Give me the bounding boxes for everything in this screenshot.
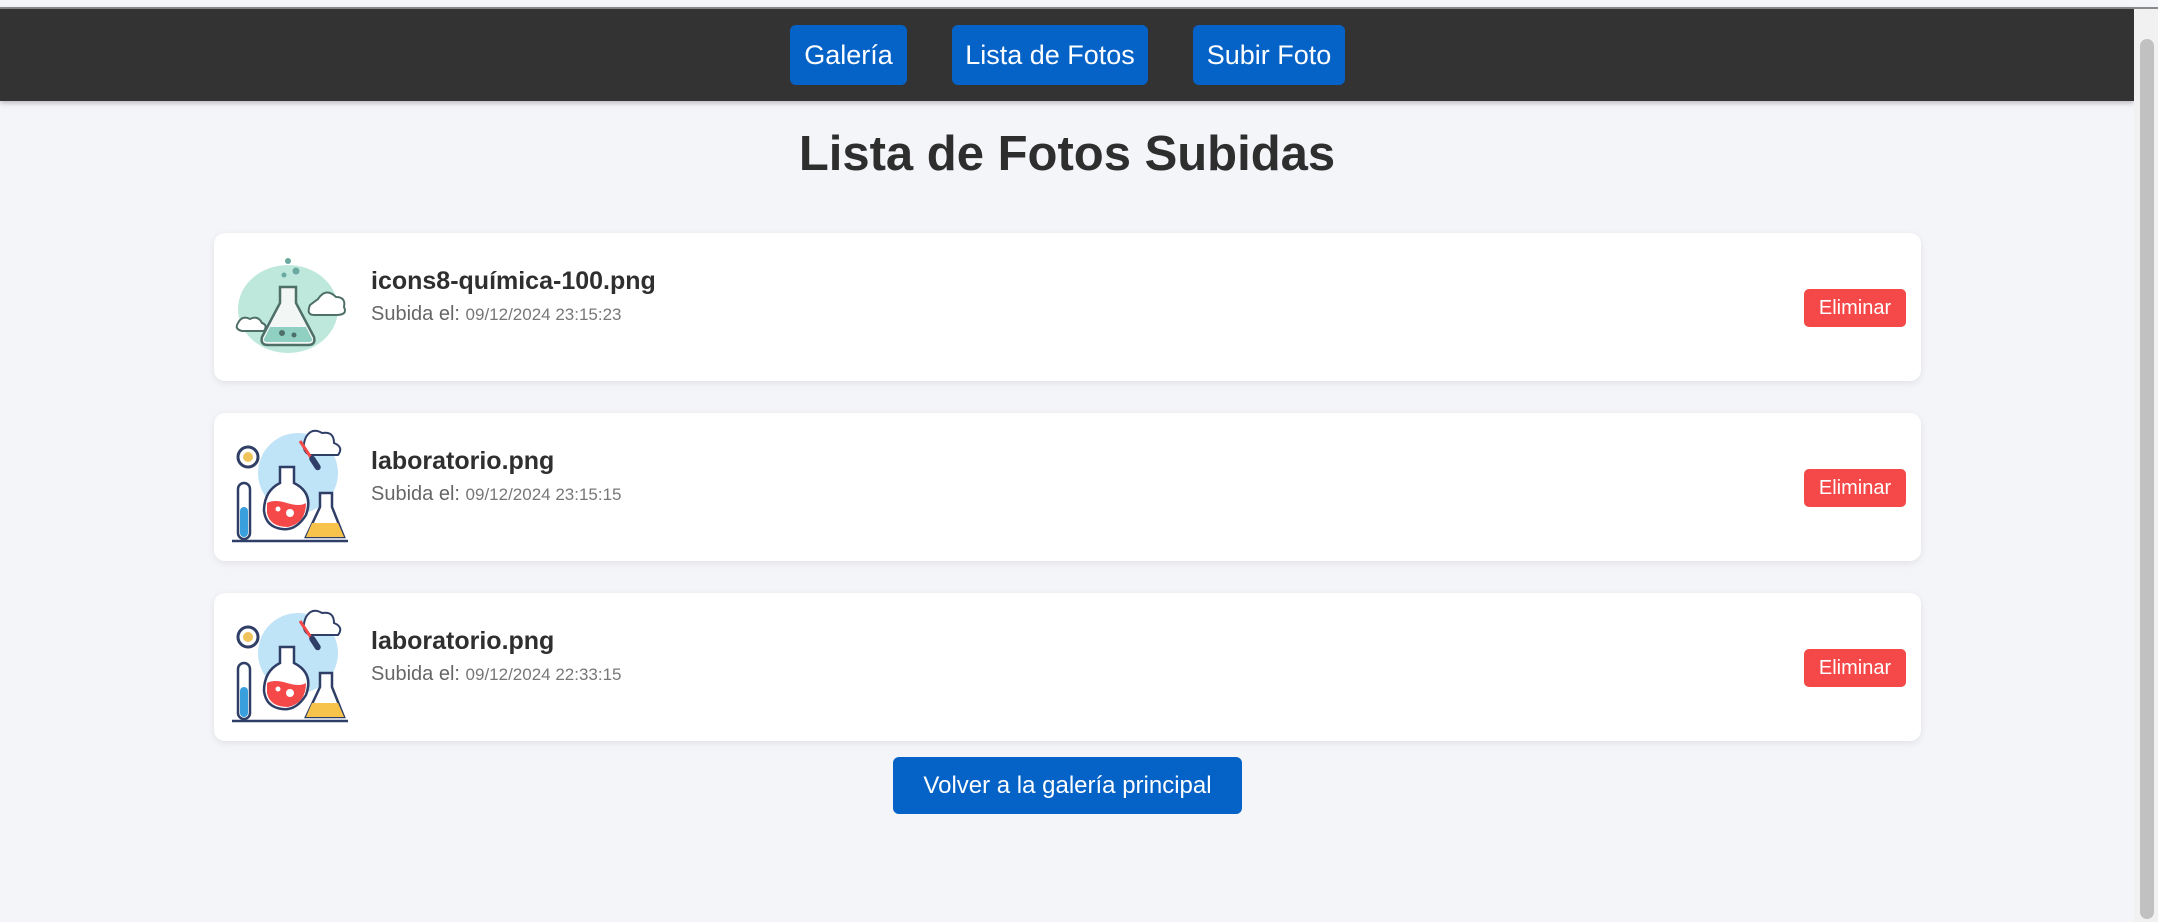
vertical-scrollbar[interactable] bbox=[2134, 9, 2158, 922]
nav-photo-list-button[interactable]: Lista de Fotos bbox=[952, 25, 1148, 85]
navbar: Galería Lista de Fotos Subir Foto bbox=[0, 9, 2134, 101]
upload-label: Subida el: bbox=[371, 483, 460, 505]
upload-date: 09/12/2024 22:33:15 bbox=[465, 665, 622, 684]
nav-gallery-button[interactable]: Galería bbox=[790, 25, 907, 85]
upload-label: Subida el: bbox=[371, 303, 460, 325]
upload-info: Subida el: 09/12/2024 23:15:15 bbox=[371, 483, 622, 506]
chemistry-flask-icon bbox=[235, 258, 346, 353]
upload-date: 09/12/2024 23:15:23 bbox=[465, 305, 622, 324]
delete-button[interactable]: Eliminar bbox=[1804, 649, 1906, 687]
window-top-edge bbox=[0, 0, 2158, 9]
photo-card: laboratorio.png Subida el: 09/12/2024 22… bbox=[214, 593, 1921, 741]
nav-upload-button[interactable]: Subir Foto bbox=[1193, 25, 1345, 85]
upload-info: Subida el: 09/12/2024 23:15:23 bbox=[371, 303, 622, 326]
photo-card: icons8-química-100.png Subida el: 09/12/… bbox=[214, 233, 1921, 381]
photo-card: laboratorio.png Subida el: 09/12/2024 23… bbox=[214, 413, 1921, 561]
upload-info: Subida el: 09/12/2024 22:33:15 bbox=[371, 663, 622, 686]
back-to-gallery-button[interactable]: Volver a la galería principal bbox=[893, 757, 1242, 814]
delete-button[interactable]: Eliminar bbox=[1804, 289, 1906, 327]
page-title: Lista de Fotos Subidas bbox=[798, 127, 1336, 181]
photo-filename: laboratorio.png bbox=[371, 447, 555, 475]
laboratory-icon bbox=[232, 609, 348, 723]
photo-filename: laboratorio.png bbox=[371, 627, 555, 655]
scrollbar-thumb[interactable] bbox=[2140, 39, 2154, 919]
laboratory-icon bbox=[232, 429, 348, 543]
upload-date: 09/12/2024 23:15:15 bbox=[465, 485, 622, 504]
photo-filename: icons8-química-100.png bbox=[371, 267, 656, 295]
delete-button[interactable]: Eliminar bbox=[1804, 469, 1906, 507]
upload-label: Subida el: bbox=[371, 663, 460, 685]
